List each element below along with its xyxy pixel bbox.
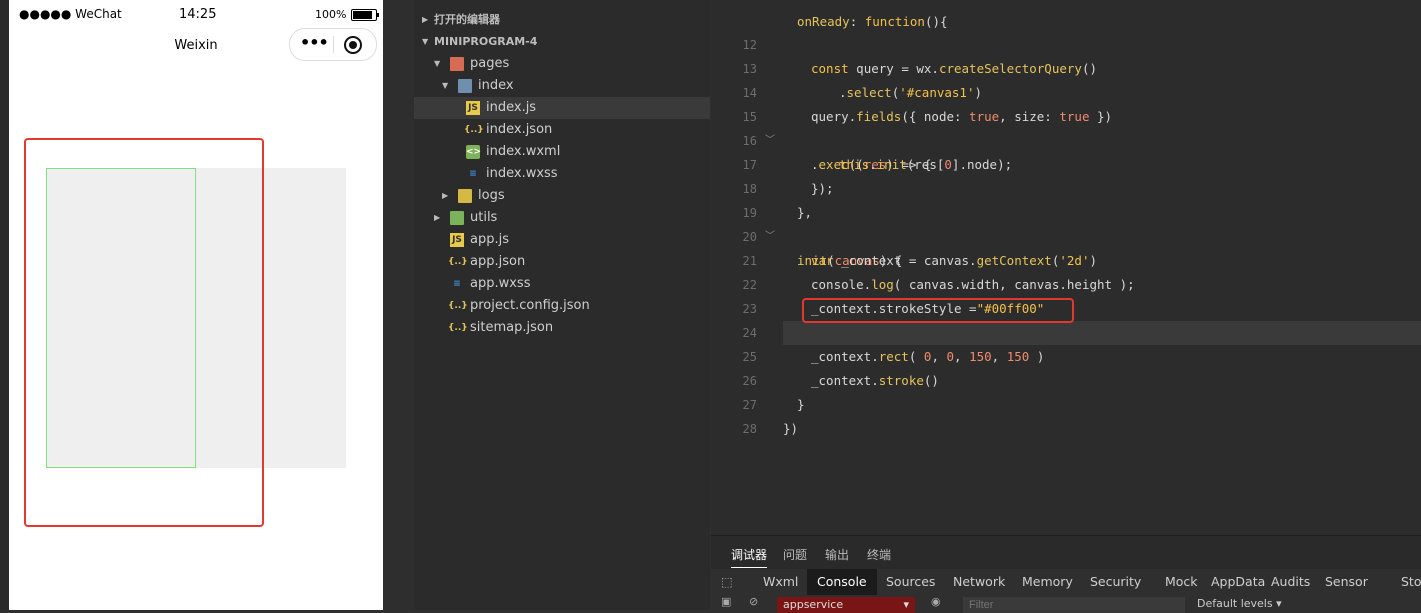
sidebar-toggle-icon[interactable]: ▣ [721,595,731,608]
code-line-25: 25 _context.stroke() [743,321,1421,388]
carrier-label: ●●●●● WeChat [19,7,122,21]
tree-item-logs[interactable]: ▶ . logs [414,185,710,207]
js-file-icon: JS [450,233,464,247]
annotation-box [802,298,1074,323]
chevron-down-icon: ▾ [903,598,909,611]
wxml-file-icon: <> [466,145,482,159]
code-line-28: 28 [742,422,757,436]
clear-console-icon[interactable]: ⊘ [749,595,758,608]
json-file-icon: {..} [448,301,468,311]
tab-sources[interactable]: Sources [876,569,945,595]
clock-label: 14:25 [179,7,217,22]
code-editor[interactable]: onReady: function(){ 12 const query = wx… [711,0,1421,535]
tab-debugger[interactable]: 调试器 [731,546,768,568]
code-line-15: 15 ﹀ .exec((res) => { [742,110,932,172]
tree-item-index-folder[interactable]: ▼ . index [414,75,710,97]
filter-input[interactable] [963,597,1185,613]
debugger-panel: 调试器 问题 输出 终端 ⬚ Wxml Console Sources Netw… [711,535,1421,613]
tab-security[interactable]: Security [1080,569,1151,595]
code-line-16: 16 this.init(res[0].node); [742,134,1013,172]
chevron-down-icon: ▼ [442,81,449,90]
devtools-tabs: ⬚ Wxml Console Sources Network Memory Se… [711,569,1421,595]
tree-item-index-wxss[interactable]: ≡ index.wxss [414,163,710,185]
file-explorer: ▶ 打开的编辑器 ▼ MINIPROGRAM-4 ▼ . pages ▼ . i… [414,0,710,610]
code-line-27: 27 }) [742,398,799,436]
context-select[interactable]: appservice ▾ [777,597,915,613]
nav-bar: Weixin ••• [9,28,383,64]
code-line-12: 12 const query = wx.createSelectorQuery(… [742,38,1098,76]
panel-tabs: 调试器 问题 输出 终端 [711,536,1421,569]
js-file-icon: JS [466,101,480,115]
tab-memory[interactable]: Memory [1012,569,1083,595]
inspect-cursor-icon[interactable]: ⬚ [717,569,737,595]
tree-item-utils[interactable]: ▶ . utils [414,207,710,229]
tab-mock[interactable]: Mock [1155,569,1208,595]
tab-output[interactable]: 输出 [825,546,849,563]
battery-icon [351,9,379,21]
tree-item-app-js[interactable]: JS app.js [414,229,710,251]
code-line-20: 20 var _context = canvas.getContext('2d'… [742,230,1098,268]
tab-terminal[interactable]: 终端 [867,546,891,563]
code-line-26: 26 } [742,374,805,412]
tab-sensor[interactable]: Sensor [1315,569,1378,595]
battery-percent: 100% [315,8,347,21]
tree-item-index-wxml[interactable]: <> index.wxml [414,141,710,163]
tree-item-project-config[interactable]: {..} project.config.json [414,295,710,317]
annotation-box [24,138,264,527]
chevron-right-icon: ▶ [442,191,449,200]
code-line-14: 14 query.fields({ node: true, size: true… [742,86,1113,124]
simulator-panel: ●●●●● WeChat 14:25 100% Weixin ••• [0,0,383,610]
activity-bar [383,0,415,610]
tree-item-app-json[interactable]: {..} app.json [414,251,710,273]
code-line-21: 21 console.log( canvas.width, canvas.hei… [742,254,1135,292]
log-levels-select[interactable]: Default levels ▾ [1197,597,1282,610]
tab-audits[interactable]: Audits [1261,569,1320,595]
phone-screen: ●●●●● WeChat 14:25 100% Weixin ••• [9,0,383,610]
code-line-17: 17 }); [742,158,834,196]
json-file-icon: {..} [448,257,468,267]
code-line-22: 22 _context.strokeStyle ="#00ff00" [742,278,1045,316]
open-editors-header[interactable]: ▶ 打开的编辑器 [414,9,710,31]
close-capsule-icon[interactable] [344,36,362,54]
json-file-icon: {..} [464,125,484,135]
folder-icon: . [458,189,472,203]
status-bar: ●●●●● WeChat 14:25 100% [9,0,383,28]
tab-problems[interactable]: 问题 [783,546,807,563]
tree-item-index-js[interactable]: JS index.js [414,97,710,119]
folder-icon: . [458,79,472,93]
code-line-19: 19 ﹀ init(canvas) { [742,206,903,268]
tree-item-app-wxss[interactable]: ≡ app.wxss [414,273,710,295]
css-file-icon: ≡ [469,169,477,179]
capsule-divider [333,36,334,53]
chevron-down-icon: ▼ [434,59,441,68]
folder-icon: . [450,211,464,225]
tab-network[interactable]: Network [943,569,1015,595]
tree-item-index-json[interactable]: {..} index.json [414,119,710,141]
tree-item-pages[interactable]: ▼ . pages [414,53,710,75]
css-file-icon: ≡ [453,279,461,289]
code-line-13: 13 .select('#canvas1') [742,62,983,100]
json-file-icon: {..} [448,323,468,333]
tab-wxml[interactable]: Wxml [753,569,808,595]
code-line-23: 23 _context.lineWidth = 1 [742,302,977,340]
folder-icon: . [450,57,464,71]
tab-console[interactable]: Console [807,569,877,595]
more-icon[interactable]: ••• [300,33,329,52]
project-header[interactable]: ▼ MINIPROGRAM-4 [414,31,710,53]
chevron-right-icon: ▶ [422,15,429,24]
eye-icon[interactable]: ◉ [931,595,941,608]
tab-storage[interactable]: Sto [1391,569,1421,595]
chevron-down-icon: ▼ [422,37,429,46]
menu-capsule[interactable]: ••• [289,28,377,61]
chevron-right-icon: ▶ [434,213,441,222]
console-toolbar: ▣ ⊘ appservice▾ ◉ Default levels ▾ [711,595,1421,613]
code-line-18: 18 }, [742,182,813,220]
tree-item-sitemap[interactable]: {..} sitemap.json [414,317,710,339]
